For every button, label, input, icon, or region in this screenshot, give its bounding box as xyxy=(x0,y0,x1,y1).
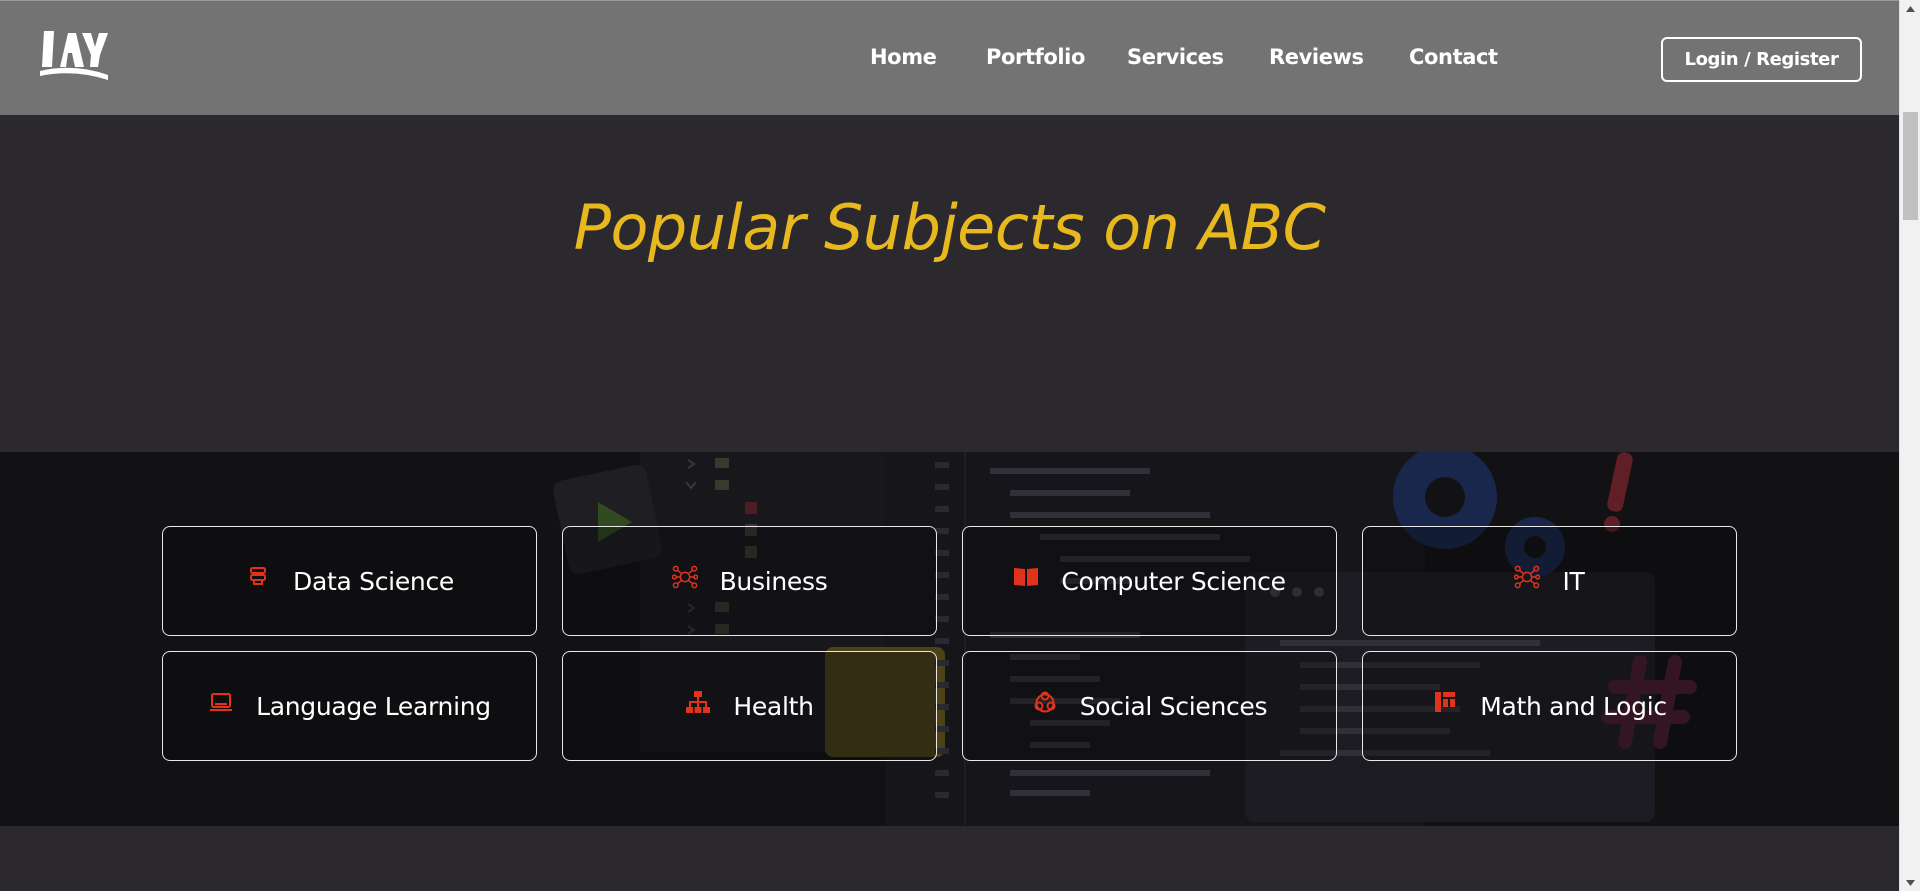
subject-label: Math and Logic xyxy=(1480,691,1667,721)
site-header: Home Portfolio Services Reviews Contact … xyxy=(0,0,1899,115)
login-register-button[interactable]: Login / Register xyxy=(1661,37,1862,82)
subject-card-math-and-logic[interactable]: Math and Logic xyxy=(1362,651,1737,761)
subject-label: Business xyxy=(719,566,828,596)
subject-card-language-learning[interactable]: Language Learning xyxy=(162,651,537,761)
background-illustration xyxy=(553,452,1697,826)
vertical-scrollbar[interactable] xyxy=(1899,0,1920,891)
site-logo[interactable] xyxy=(38,27,110,83)
book-icon xyxy=(1013,564,1039,590)
database-icon xyxy=(245,564,271,590)
org-chart-icon xyxy=(685,689,711,715)
network-icon xyxy=(671,564,698,590)
section-title: Popular Subjects on ABC xyxy=(573,191,1326,264)
network-icon xyxy=(1514,564,1541,590)
nav-services[interactable]: Services xyxy=(1127,45,1224,69)
subject-label: IT xyxy=(1562,566,1585,596)
subject-card-health[interactable]: Health xyxy=(562,651,937,761)
logo-icon xyxy=(40,31,108,80)
title-section xyxy=(0,115,1899,452)
subject-label: Health xyxy=(733,691,814,721)
next-section xyxy=(0,826,1899,891)
subject-card-social-sciences[interactable]: Social Sciences xyxy=(962,651,1337,761)
nav-contact[interactable]: Contact xyxy=(1409,45,1498,69)
subject-label: Social Sciences xyxy=(1079,691,1268,721)
subject-label: Computer Science xyxy=(1061,566,1286,596)
scrollbar-thumb[interactable] xyxy=(1903,112,1918,220)
subject-card-data-science[interactable]: Data Science xyxy=(162,526,537,636)
laptop-icon xyxy=(208,689,234,715)
nav-portfolio[interactable]: Portfolio xyxy=(986,45,1085,69)
page: Home Portfolio Services Reviews Contact … xyxy=(0,0,1920,891)
subject-card-computer-science[interactable]: Computer Science xyxy=(962,526,1337,636)
nav-reviews[interactable]: Reviews xyxy=(1269,45,1364,69)
subject-label: Data Science xyxy=(293,566,454,596)
scroll-down-arrow-icon[interactable] xyxy=(1900,874,1920,891)
subjects-section: Data Science Business Computer Science I… xyxy=(0,452,1899,826)
nav-home[interactable]: Home xyxy=(870,45,937,69)
dashboard-icon xyxy=(1432,689,1458,715)
subject-card-business[interactable]: Business xyxy=(562,526,937,636)
people-group-icon xyxy=(1032,689,1058,715)
subject-card-it[interactable]: IT xyxy=(1362,526,1737,636)
subject-label: Language Learning xyxy=(256,691,491,721)
scroll-up-arrow-icon[interactable] xyxy=(1900,0,1920,17)
